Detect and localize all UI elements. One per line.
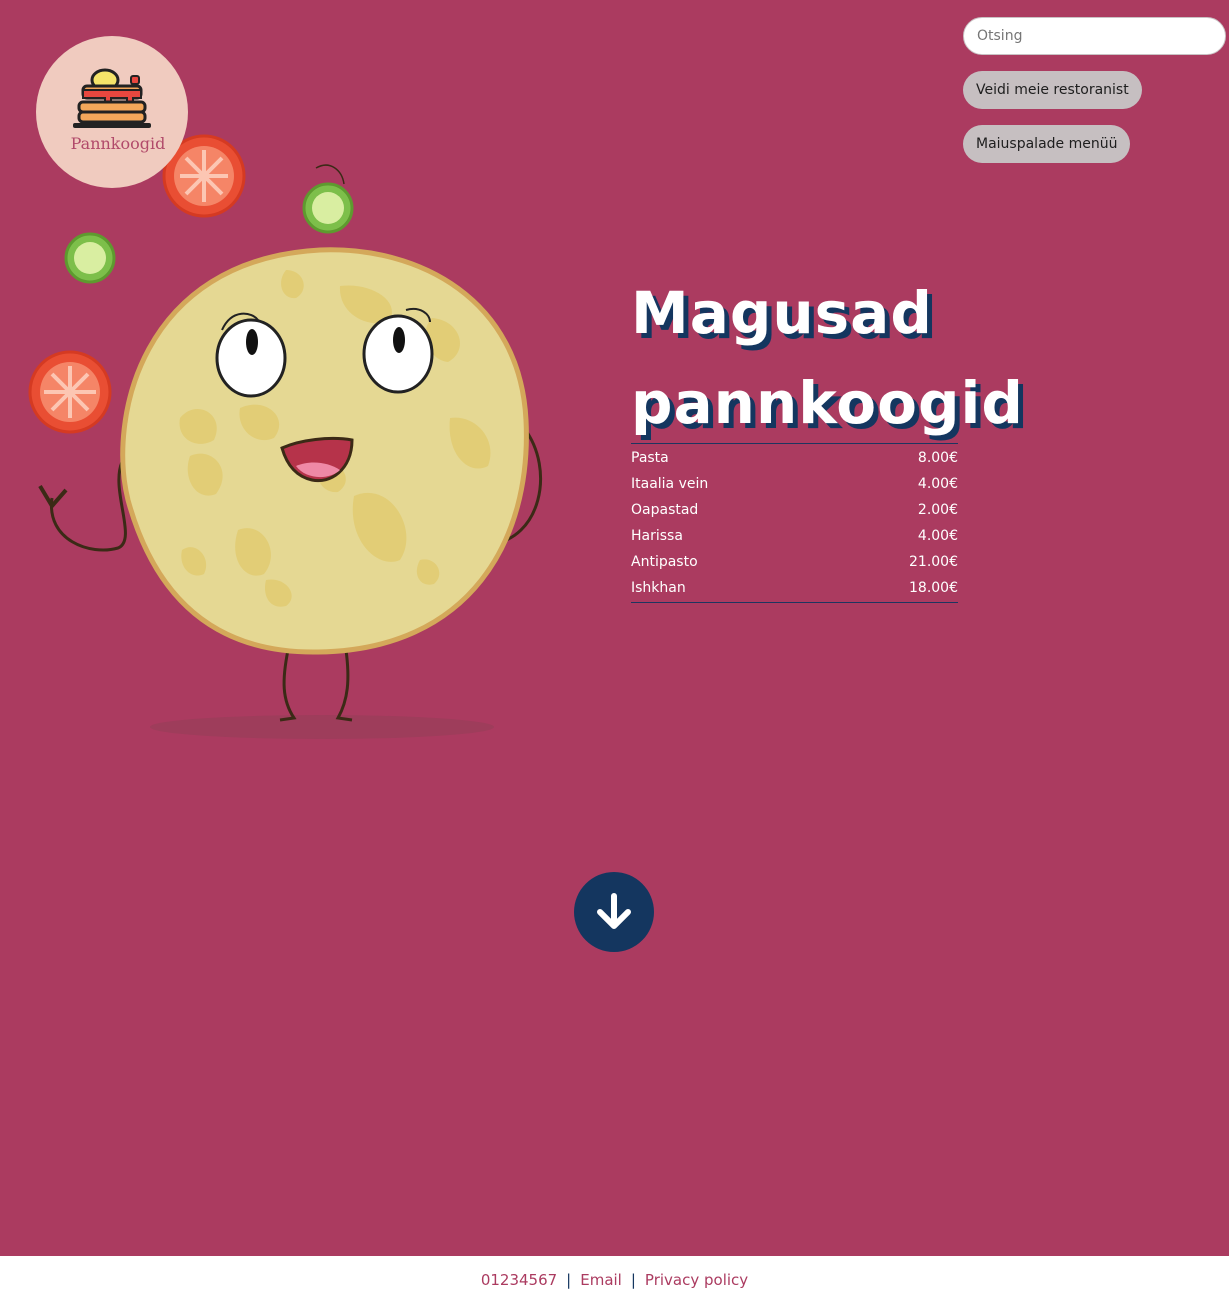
search-input[interactable] xyxy=(963,17,1226,55)
menu-item-name: Oapastad xyxy=(631,502,699,518)
pancake-stack-icon xyxy=(73,68,151,128)
footer-separator: | xyxy=(566,1270,572,1289)
price-menu: Pasta 8.00€ Itaalia vein 4.00€ Oapastad … xyxy=(631,443,958,603)
list-item: Oapastad 2.00€ xyxy=(631,497,958,523)
menu-item-price: 21.00€ xyxy=(909,554,958,570)
arrow-down-icon xyxy=(597,893,631,929)
menu-item-name: Antipasto xyxy=(631,554,698,570)
footer-separator: | xyxy=(630,1270,636,1289)
menu-item-price: 2.00€ xyxy=(917,502,958,518)
menu-item-price: 4.00€ xyxy=(917,476,958,492)
menu-item-name: Harissa xyxy=(631,528,683,544)
menu-item-price: 18.00€ xyxy=(909,580,958,596)
menu-item-price: 4.00€ xyxy=(917,528,958,544)
list-item: Ishkhan 18.00€ xyxy=(631,575,958,601)
list-item: Pasta 8.00€ xyxy=(631,445,958,471)
list-item: Harissa 4.00€ xyxy=(631,523,958,549)
about-restaurant-button[interactable]: Veidi meie restoranist xyxy=(963,71,1142,109)
email-link[interactable]: Email xyxy=(580,1271,622,1289)
menu-button[interactable]: Maiuspalade menüü xyxy=(963,125,1131,163)
logo-text: Pannkoogid xyxy=(70,134,166,153)
menu-item-name: Ishkhan xyxy=(631,580,686,596)
pancake-mascot-illustration xyxy=(28,134,543,739)
phone-link[interactable]: 01234567 xyxy=(481,1271,557,1289)
menu-item-name: Itaalia vein xyxy=(631,476,709,492)
menu-item-price: 8.00€ xyxy=(917,450,958,466)
menu-item-name: Pasta xyxy=(631,450,669,466)
site-logo[interactable]: Pannkoogid xyxy=(36,36,188,188)
page-title: Magusad pannkoogid xyxy=(631,279,1024,437)
footer: 01234567 | Email | Privacy policy xyxy=(0,1256,1229,1303)
list-item: Itaalia vein 4.00€ xyxy=(631,471,958,497)
privacy-policy-link[interactable]: Privacy policy xyxy=(645,1271,748,1289)
scroll-down-button[interactable] xyxy=(574,872,654,952)
list-item: Antipasto 21.00€ xyxy=(631,549,958,575)
